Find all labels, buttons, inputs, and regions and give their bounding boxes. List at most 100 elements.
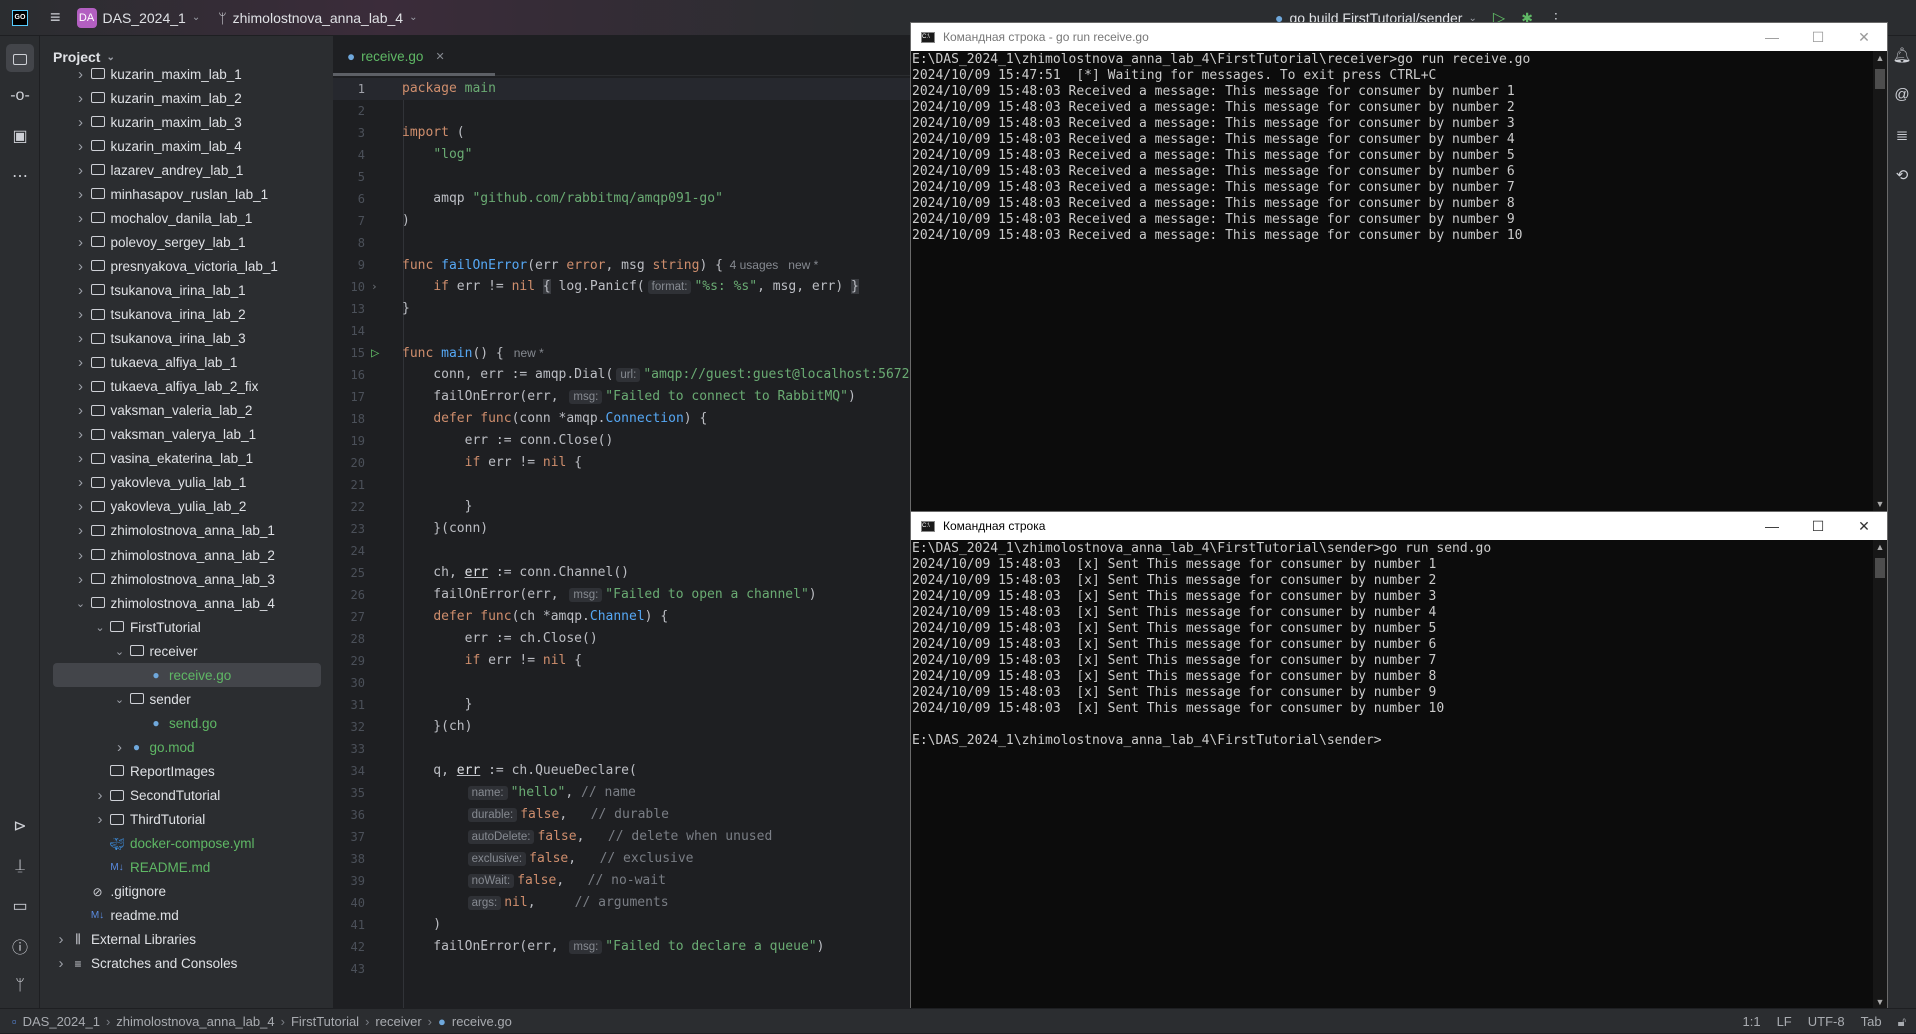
- close-button[interactable]: ✕: [1841, 23, 1887, 51]
- tree-item[interactable]: › kuzarin_maxim_lab_2: [40, 86, 320, 110]
- close-icon[interactable]: ✕: [435, 50, 444, 63]
- chevron-right-icon[interactable]: ›: [73, 498, 89, 515]
- tree-item[interactable]: › polevoy_sergey_lab_1: [40, 230, 320, 254]
- code-line[interactable]: 25 ch, err := conn.Channel(): [333, 562, 911, 584]
- code-line[interactable]: 8: [333, 232, 911, 254]
- tree-item[interactable]: › zhimolostnova_anna_lab_3: [40, 567, 320, 591]
- breadcrumb-item[interactable]: receive.go: [452, 1014, 512, 1029]
- tree-item[interactable]: › tsukanova_irina_lab_1: [40, 278, 320, 302]
- chevron-down-icon[interactable]: ⌄: [73, 597, 89, 610]
- tree-item[interactable]: › lazarev_andrey_lab_1: [40, 158, 320, 182]
- cmd-output[interactable]: E:\DAS_2024_1\zhimolostnova_anna_lab_4\F…: [911, 51, 1873, 511]
- lock-icon[interactable]: 🔓︎: [1898, 1014, 1906, 1030]
- chevron-right-icon[interactable]: ›: [73, 306, 89, 323]
- code-line[interactable]: 7): [333, 210, 911, 232]
- chevron-right-icon[interactable]: ›: [73, 186, 89, 203]
- chevron-right-icon[interactable]: ›: [73, 402, 89, 419]
- tree-item[interactable]: › ● go.mod: [40, 735, 320, 759]
- code-line[interactable]: 22 }: [333, 496, 911, 518]
- tree-item[interactable]: ReportImages: [40, 759, 320, 783]
- structure-icon[interactable]: ▣: [8, 124, 32, 148]
- chevron-right-icon[interactable]: ›: [73, 354, 89, 371]
- code-line[interactable]: 40 args: nil, // arguments: [333, 892, 911, 914]
- tree-item[interactable]: › vasina_ekaterina_lab_1: [40, 447, 320, 471]
- tree-item[interactable]: › kuzarin_maxim_lab_3: [40, 110, 320, 134]
- notifications-icon[interactable]: 🔔︎: [1892, 46, 1912, 66]
- tree-item[interactable]: › zhimolostnova_anna_lab_2: [40, 543, 320, 567]
- database-icon[interactable]: ≣: [1892, 126, 1912, 146]
- code-line[interactable]: 16 conn, err := amqp.Dial(url: "amqp://gu…: [333, 364, 911, 386]
- code-line[interactable]: 24: [333, 540, 911, 562]
- tree-item[interactable]: › minhasapov_ruslan_lab_1: [40, 182, 320, 206]
- branch-switcher[interactable]: ᛘ zhimolostnova_anna_lab_4 ⌄: [218, 10, 417, 26]
- chevron-down-icon[interactable]: ⌄: [92, 621, 108, 634]
- file-encoding[interactable]: UTF-8: [1808, 1014, 1845, 1029]
- chevron-right-icon[interactable]: ›: [53, 955, 69, 972]
- tree-item[interactable]: › kuzarin_maxim_lab_4: [40, 134, 320, 158]
- tree-item[interactable]: M↓ readme.md: [40, 904, 320, 928]
- code-line[interactable]: 31 }: [333, 694, 911, 716]
- code-line[interactable]: 26 failOnError(err, msg: "Failed to open …: [333, 584, 911, 606]
- project-switcher[interactable]: DA DAS_2024_1 ⌄: [76, 7, 200, 28]
- tree-item[interactable]: › ThirdTutorial: [40, 808, 320, 832]
- code-line[interactable]: 4 "log": [333, 144, 911, 166]
- caret-position[interactable]: 1:1: [1743, 1014, 1761, 1029]
- tree-item[interactable]: › presnyakova_victoria_lab_1: [40, 254, 320, 278]
- git-icon[interactable]: ᛘ: [8, 974, 32, 998]
- code-line[interactable]: 14: [333, 320, 911, 342]
- code-line[interactable]: 21: [333, 474, 911, 496]
- minimize-button[interactable]: —: [1749, 23, 1795, 51]
- code-line[interactable]: 33: [333, 738, 911, 760]
- ai-assistant-icon[interactable]: @: [1892, 86, 1912, 106]
- services-icon[interactable]: ⊳: [8, 814, 32, 838]
- chevron-right-icon[interactable]: ›: [73, 571, 89, 588]
- build-icon[interactable]: ⍊: [8, 854, 32, 878]
- code-line[interactable]: 5: [333, 166, 911, 188]
- code-line[interactable]: 43: [333, 958, 911, 980]
- problems-icon[interactable]: ⓘ: [8, 934, 32, 958]
- tree-item[interactable]: › tsukanova_irina_lab_2: [40, 303, 320, 327]
- chevron-right-icon[interactable]: ›: [112, 739, 128, 756]
- breadcrumb-item[interactable]: DAS_2024_1: [23, 1014, 100, 1029]
- code-line[interactable]: 17 failOnError(err, msg: "Failed to conne…: [333, 386, 911, 408]
- code-line[interactable]: 35 name: "hello", // name: [333, 782, 911, 804]
- code-area[interactable]: 1 package main 2 3 import (4 "log" 5 6 amqp "g…: [333, 78, 911, 1008]
- tree-item[interactable]: › yakovleva_yulia_lab_1: [40, 471, 320, 495]
- code-line[interactable]: 23 }(conn): [333, 518, 911, 540]
- chevron-right-icon[interactable]: ›: [53, 931, 69, 948]
- tree-item[interactable]: › yakovleva_yulia_lab_2: [40, 495, 320, 519]
- commit-icon[interactable]: -o-: [8, 84, 32, 108]
- chevron-right-icon[interactable]: ›: [73, 522, 89, 539]
- tree-item[interactable]: › ≡ Scratches and Consoles: [40, 952, 320, 976]
- run-gutter-icon[interactable]: ▷: [371, 342, 379, 364]
- code-line[interactable]: 36 durable: false, // durable: [333, 804, 911, 826]
- code-line[interactable]: 2: [333, 100, 911, 122]
- tree-item[interactable]: ● send.go: [40, 711, 320, 735]
- terminal-icon[interactable]: ▭: [8, 894, 32, 918]
- breadcrumb-item[interactable]: FirstTutorial: [291, 1014, 359, 1029]
- chevron-right-icon[interactable]: ›: [73, 474, 89, 491]
- minimize-button[interactable]: —: [1749, 512, 1795, 540]
- chevron-right-icon[interactable]: ›: [73, 162, 89, 179]
- tree-item[interactable]: ⊘ .gitignore: [40, 880, 320, 904]
- chevron-right-icon[interactable]: ›: [73, 330, 89, 347]
- code-line[interactable]: 34 q, err := ch.QueueDeclare(: [333, 760, 911, 782]
- code-line[interactable]: 13}: [333, 298, 911, 320]
- tree-item[interactable]: › zhimolostnova_anna_lab_1: [40, 519, 320, 543]
- code-line[interactable]: 9 func failOnError(err error, msg string)…: [333, 254, 911, 276]
- cmd-scrollbar[interactable]: ▲ ▼: [1873, 51, 1887, 511]
- code-line[interactable]: 15 ▷ func main() { new *: [333, 342, 911, 364]
- maximize-button[interactable]: ☐: [1795, 23, 1841, 51]
- tree-item[interactable]: › kuzarin_maxim_lab_1: [40, 66, 320, 86]
- code-line[interactable]: 30: [333, 672, 911, 694]
- code-line[interactable]: 39 noWait: false, // no-wait: [333, 870, 911, 892]
- chevron-right-icon[interactable]: ›: [73, 114, 89, 131]
- chevron-down-icon[interactable]: ⌄: [112, 645, 128, 658]
- tree-item[interactable]: ⌄ FirstTutorial: [40, 615, 320, 639]
- code-line[interactable]: 38 exclusive: false, // exclusive: [333, 848, 911, 870]
- close-button[interactable]: ✕: [1841, 512, 1887, 540]
- code-line[interactable]: 29 if err != nil {: [333, 650, 911, 672]
- tab-receive-go[interactable]: ● receive.go ✕: [347, 36, 445, 76]
- tree-item[interactable]: › tsukanova_irina_lab_3: [40, 327, 320, 351]
- code-line[interactable]: 18 defer func(conn *amqp.Connection) {: [333, 408, 911, 430]
